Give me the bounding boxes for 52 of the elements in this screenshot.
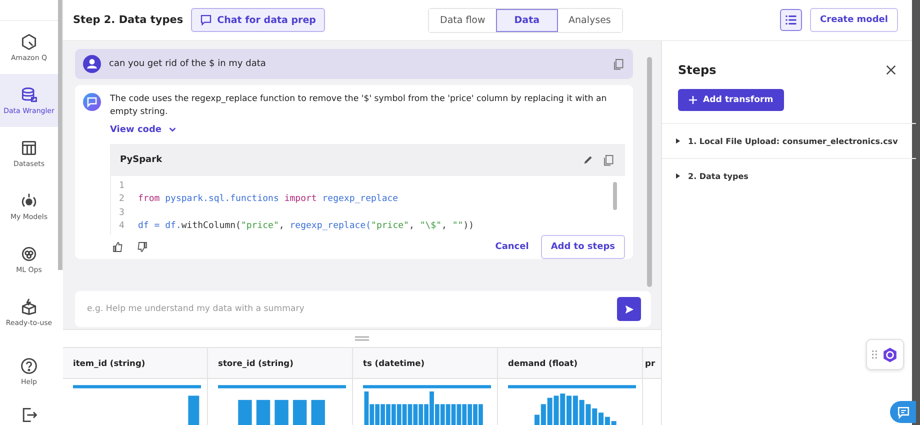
line-number: 1 bbox=[119, 180, 126, 193]
chat-button[interactable]: Chat for data prep bbox=[191, 8, 325, 32]
list-icon bbox=[785, 14, 798, 26]
send-button[interactable] bbox=[617, 297, 641, 321]
chat-icon bbox=[200, 14, 212, 26]
assistant-launcher-button[interactable] bbox=[866, 339, 904, 370]
cancel-button[interactable]: Cancel bbox=[495, 242, 529, 252]
hexagon-icon bbox=[20, 33, 38, 51]
assistant-reply-text: The code uses the regexp_replace function to remove the '$' symbol from the 'price' column by replacing it with an empty string. bbox=[110, 93, 608, 119]
assistant-chat-icon bbox=[83, 93, 101, 111]
view-code-toggle[interactable]: View code bbox=[110, 124, 177, 135]
column-header[interactable]: demand (float) bbox=[498, 347, 642, 379]
copy-icon[interactable] bbox=[603, 154, 615, 166]
step-title: Step 2. Data types bbox=[73, 14, 184, 26]
line-number: 4 bbox=[119, 221, 126, 234]
chat-bubble-icon bbox=[896, 406, 910, 418]
help-icon bbox=[20, 357, 38, 375]
steps-title: Steps bbox=[678, 63, 716, 77]
pencil-icon[interactable] bbox=[582, 154, 594, 166]
column-header[interactable]: ts (datetime) bbox=[353, 347, 497, 379]
thumbs-down-icon[interactable] bbox=[136, 240, 148, 253]
view-tab[interactable]: Data bbox=[496, 8, 558, 32]
chat-bubble-button[interactable] bbox=[890, 401, 916, 423]
database-icon bbox=[20, 86, 38, 104]
chevron-down-icon bbox=[168, 125, 177, 134]
code-line: from pyspark.sql.functions import regexp_replace bbox=[138, 194, 398, 206]
hexagon-logo-icon bbox=[882, 346, 898, 362]
column-header[interactable]: item_id (string) bbox=[63, 347, 207, 379]
plus-icon bbox=[689, 96, 697, 104]
send-icon bbox=[624, 304, 634, 314]
add-to-steps-button[interactable]: Add to steps bbox=[540, 234, 625, 259]
drag-dots-icon bbox=[872, 350, 877, 359]
thumbs-up-icon[interactable] bbox=[112, 240, 124, 253]
chat-input-field[interactable]: e.g. Help me understand my data with a summary bbox=[75, 291, 651, 327]
exit-icon[interactable] bbox=[20, 406, 38, 424]
box-icon bbox=[20, 298, 38, 316]
create-model-button[interactable]: Create model bbox=[810, 8, 898, 32]
column-header[interactable]: store_id (string) bbox=[208, 347, 352, 379]
code-line: df = df.withColumn("price", regexp_replace("price", "\$", "")) bbox=[138, 221, 474, 234]
close-icon[interactable] bbox=[886, 65, 896, 75]
code-language: PySpark bbox=[120, 154, 164, 165]
drag-handle-icon[interactable] bbox=[355, 336, 369, 341]
copy-icon[interactable] bbox=[613, 58, 625, 70]
add-transform-button[interactable]: Add transform bbox=[678, 89, 784, 111]
column-header[interactable]: pr bbox=[643, 347, 661, 379]
line-number: 3 bbox=[119, 208, 126, 220]
ops-icon bbox=[20, 245, 38, 263]
line-number: 2 bbox=[119, 194, 126, 206]
user-avatar-icon bbox=[83, 55, 101, 73]
table-icon bbox=[20, 139, 38, 157]
list-view-button[interactable] bbox=[780, 9, 802, 31]
user-message-text: can you get rid of the $ in my data bbox=[109, 59, 267, 69]
